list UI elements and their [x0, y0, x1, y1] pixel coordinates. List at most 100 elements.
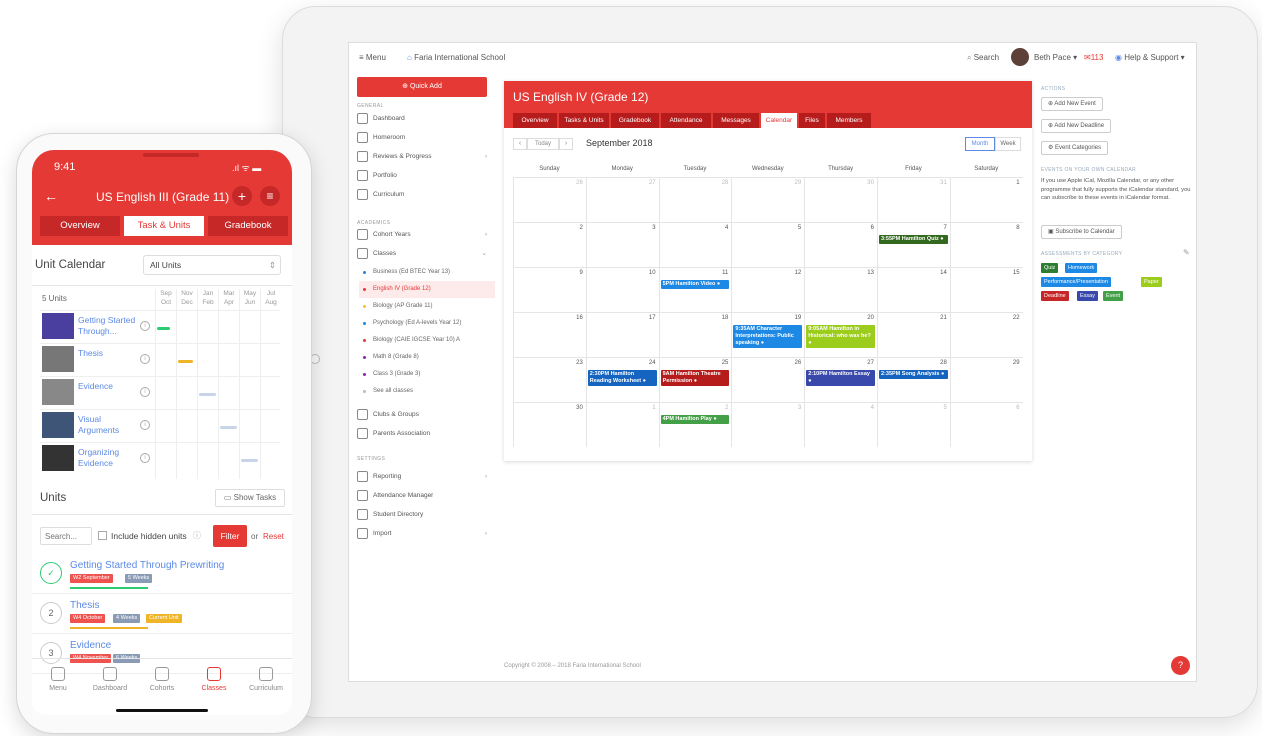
sidebar-item-import[interactable]: Import › [357, 525, 493, 542]
phone-tab-overview[interactable]: Overview [40, 216, 120, 236]
show-tasks-button[interactable]: ▭ Show Tasks [215, 489, 285, 507]
tab-gradebook[interactable]: Gradebook [611, 113, 659, 128]
sidebar-item-reporting[interactable]: Reporting › [357, 468, 493, 485]
calendar-event[interactable]: 4PM Hamilton Play ● [660, 415, 730, 424]
calendar-event[interactable]: 3:55PM Hamilton Quiz ● [879, 235, 948, 244]
unit-row[interactable]: Evidence i [40, 376, 280, 409]
nav-dashboard[interactable]: Dashboard [84, 667, 136, 692]
sidebar-item-attendance-manager[interactable]: Attendance Manager [357, 487, 493, 504]
unit-search-input[interactable] [40, 527, 92, 545]
unit-title[interactable]: Thesis [70, 600, 99, 611]
calendar-day-cell[interactable]: 6 [949, 402, 1023, 447]
nav-cohorts[interactable]: Cohorts [136, 667, 188, 692]
tab-files[interactable]: Files [799, 113, 825, 128]
unit-row[interactable]: Visual Arguments i [40, 409, 280, 442]
search-button[interactable]: ⌕ Search [967, 53, 999, 63]
add-deadline-button[interactable]: ⊕ Add New Deadline [1041, 119, 1112, 133]
calendar-day-cell[interactable]: 26 [513, 177, 586, 222]
filter-button[interactable]: Filter [213, 525, 247, 547]
calendar-day-cell[interactable]: 3 [585, 222, 659, 267]
sidebar-item-student-directory[interactable]: Student Directory [357, 506, 493, 523]
calendar-day-cell[interactable]: 13 [804, 267, 877, 312]
tab-messages[interactable]: Messages [713, 113, 759, 128]
calendar-day-cell[interactable]: 30 [804, 177, 877, 222]
unit-row[interactable]: Thesis i [40, 343, 280, 376]
calendar-day-cell[interactable]: 23 [513, 357, 586, 402]
today-button[interactable]: Today [527, 138, 559, 150]
prev-month-button[interactable]: ‹ [513, 138, 527, 150]
reset-link[interactable]: Reset [263, 532, 284, 541]
calendar-day-cell[interactable]: 1 [585, 402, 659, 447]
calendar-day-cell[interactable]: 18 [658, 312, 732, 357]
tab-calendar[interactable]: Calendar [761, 113, 797, 128]
calendar-event[interactable]: 5PM Hamilton Video ● [660, 280, 730, 289]
event-categories-button[interactable]: ⚙ Event Categories [1041, 141, 1109, 155]
calendar-day-cell[interactable]: 30 [513, 402, 586, 447]
calendar-day-cell[interactable]: 7 [877, 222, 950, 267]
calendar-day-cell[interactable]: 17 [585, 312, 659, 357]
calendar-day-cell[interactable]: 26 [731, 357, 805, 402]
calendar-day-cell[interactable]: 31 [877, 177, 950, 222]
nav-menu[interactable]: Menu [32, 667, 84, 692]
calendar-day-cell[interactable]: 28 [877, 357, 950, 402]
user-menu[interactable]: Beth Pace ▾ [1034, 53, 1077, 62]
calendar-day-cell[interactable]: 4 [658, 222, 732, 267]
calendar-day-cell[interactable]: 6 [804, 222, 877, 267]
calendar-event[interactable]: 2:35PM Song Analysis ● [879, 370, 948, 379]
calendar-day-cell[interactable]: 10 [585, 267, 659, 312]
help-fab[interactable]: ? [1171, 656, 1190, 675]
phone-tab-task-units[interactable]: Task & Units [124, 216, 204, 236]
tab-overview[interactable]: Overview [513, 113, 557, 128]
back-arrow-icon[interactable]: ← [44, 188, 58, 204]
help-menu[interactable]: ◉ Help & Support ▾ [1115, 53, 1185, 62]
options-button[interactable]: ≡ [260, 186, 280, 206]
tab-members[interactable]: Members [827, 113, 871, 128]
month-view-button[interactable]: Month [965, 137, 995, 151]
calendar-event[interactable]: 2:10PM Hamilton Essay ● [806, 370, 875, 386]
category-chip[interactable]: Paper [1141, 277, 1162, 287]
edit-icon[interactable]: ✎ [1183, 248, 1190, 257]
category-chip[interactable]: Quiz [1041, 263, 1059, 273]
calendar-day-cell[interactable]: 16 [513, 312, 586, 357]
week-view-button[interactable]: Week [995, 137, 1021, 151]
calendar-day-cell[interactable]: 15 [949, 267, 1023, 312]
add-button[interactable]: + [232, 186, 252, 206]
phone-tab-gradebook[interactable]: Gradebook [208, 216, 288, 236]
calendar-day-cell[interactable]: 3 [731, 402, 805, 447]
calendar-day-cell[interactable]: 22 [949, 312, 1023, 357]
category-chip[interactable]: Performance/Presentation [1041, 277, 1111, 287]
unit-title[interactable]: Evidence [70, 640, 111, 651]
calendar-day-cell[interactable]: 28 [658, 177, 732, 222]
calendar-event[interactable]: 2:30PM Hamilton Reading Worksheet ● [587, 370, 657, 386]
calendar-event[interactable]: 9:35AM Character Interpretations: Public… [733, 325, 803, 348]
calendar-day-cell[interactable]: 2 [513, 222, 586, 267]
avatar[interactable] [1011, 48, 1029, 66]
tab-tasks-units[interactable]: Tasks & Units [559, 113, 609, 128]
calendar-day-cell[interactable]: 12 [731, 267, 805, 312]
next-month-button[interactable]: › [559, 138, 573, 150]
calendar-day-cell[interactable]: 11 [658, 267, 732, 312]
calendar-day-cell[interactable]: 5 [731, 222, 805, 267]
mail-button[interactable]: ✉113 [1084, 53, 1103, 62]
category-chip[interactable]: Essay [1077, 291, 1098, 301]
unit-row[interactable]: Getting Started Through... i [40, 310, 280, 343]
unit-title[interactable]: Getting Started Through Prewriting [70, 560, 224, 571]
calendar-day-cell[interactable]: 14 [877, 267, 950, 312]
add-event-button[interactable]: ⊕ Add New Event [1041, 97, 1103, 111]
calendar-day-cell[interactable]: 4 [804, 402, 877, 447]
calendar-day-cell[interactable]: 29 [731, 177, 805, 222]
calendar-day-cell[interactable]: 5 [877, 402, 950, 447]
tab-attendance[interactable]: Attendance [661, 113, 711, 128]
nav-curriculum[interactable]: Curriculum [240, 667, 292, 692]
calendar-day-cell[interactable]: 9 [513, 267, 586, 312]
nav-classes[interactable]: Classes [188, 667, 240, 692]
calendar-event[interactable]: 9AM Hamilton Theatre Permission ● [660, 370, 730, 386]
calendar-day-cell[interactable]: 1 [949, 177, 1023, 222]
calendar-day-cell[interactable]: 29 [949, 357, 1023, 402]
category-chip[interactable]: Deadline [1041, 291, 1069, 301]
unit-row[interactable]: Organizing Evidence i [40, 442, 280, 475]
include-hidden-checkbox[interactable] [98, 531, 107, 540]
units-select[interactable]: All Units ⇕ [143, 255, 281, 275]
calendar-day-cell[interactable]: 21 [877, 312, 950, 357]
calendar-day-cell[interactable]: 2 [658, 402, 732, 447]
